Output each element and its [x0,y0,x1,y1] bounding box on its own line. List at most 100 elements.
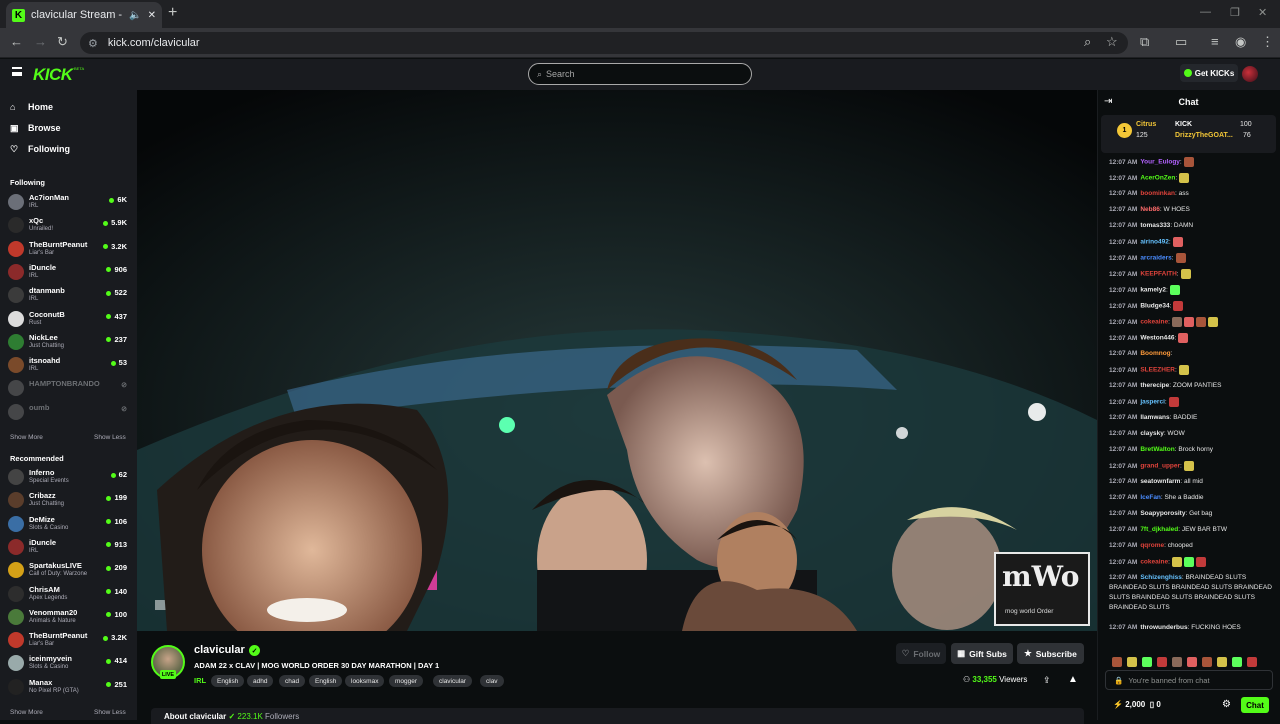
chat-message[interactable]: 12:07 AM qqrome: chooped [1109,541,1193,551]
user-avatar[interactable] [1242,66,1258,82]
chat-message[interactable]: 12:07 AM jasperci: [1109,397,1179,408]
chat-message[interactable]: 12:07 AM throwunderbus: FUCKING HOES [1109,623,1241,633]
video-player[interactable]: mWo mog world Order [137,90,1097,631]
emote-icon[interactable] [1232,656,1242,667]
sidebar-item-following[interactable]: ♡ Following [10,141,70,157]
emote-icon[interactable] [1157,656,1167,667]
chat-username[interactable]: Soapyporosity [1140,510,1185,517]
emote-icon[interactable] [1202,656,1212,667]
chat-username[interactable]: clayskу [1140,430,1164,437]
chat-username[interactable]: arcraiders [1140,255,1171,262]
chat-username[interactable]: airino492 [1140,239,1169,246]
stream-tag[interactable]: English [309,675,343,687]
gift-subs-button[interactable]: ▦ Gift Subs [951,643,1013,664]
chat-username[interactable]: cokeaine [1140,319,1168,326]
chat-message[interactable]: 12:07 AM therecipe: ZOOM PANTIES [1109,381,1221,391]
show-less-following[interactable]: Show Less [94,434,126,441]
channel-item[interactable]: SpartakusLIVE Call of Duty: Warzone 209 [8,559,130,581]
stream-tag[interactable]: mogger [389,675,424,687]
minimize-icon[interactable]: — [1200,6,1211,18]
chat-message[interactable]: 12:07 AM grand_upper: [1109,461,1194,472]
channel-item[interactable]: Cribazz Just Chatting 199 [8,489,130,511]
zoom-icon[interactable]: ⌕ [1084,34,1091,50]
chat-username[interactable]: kamely2 [1140,287,1166,294]
new-tab-button[interactable]: + [168,4,177,22]
site-info-icon[interactable]: ⚙ [88,37,98,50]
chat-username[interactable]: tomas333 [1140,222,1170,229]
forward-icon[interactable]: → [34,34,47,49]
chat-username[interactable]: 7ft_djkhaled [1140,526,1178,533]
stream-tag[interactable]: clavicular [433,675,473,687]
channel-item[interactable]: TheBurntPeanut Liar's Bar 3.2K [8,629,130,651]
chat-message[interactable]: 12:07 AM 7ft_djkhaled: JEW BAR BTW [1109,525,1227,535]
emote-icon[interactable] [1142,656,1152,667]
channel-item[interactable]: itsnoahd IRL 53 [8,354,130,376]
chat-message[interactable]: 12:07 AM Weston446: [1109,333,1189,344]
kick-user[interactable]: KICK [1175,121,1192,128]
stream-tag[interactable]: clav [480,675,504,687]
subscribe-button[interactable]: ★ Subscribe [1017,643,1084,664]
cast-icon[interactable]: ▭ [1175,34,1187,50]
chat-username[interactable]: SLEEZHER [1140,367,1175,374]
profile-icon[interactable]: ◉ [1235,34,1246,50]
chat-message[interactable]: 12:07 AM BretWalton: Brock horny [1109,445,1213,455]
chat-message[interactable]: 12:07 AM kamely2: [1109,285,1180,296]
channel-item[interactable]: DeMize Slots & Casino 106 [8,513,130,535]
chat-message[interactable]: 12:07 AM Schizenghiss: BRAINDEAD SLUTS BR… [1109,573,1275,613]
media-control-icon[interactable]: ≡ [1211,34,1219,49]
emote-icon[interactable] [1187,656,1197,667]
leader-user[interactable]: Citrus [1136,121,1156,128]
chat-message[interactable]: 12:07 AM Soapyporosity: Get bag [1109,509,1212,519]
kicks-balance[interactable]: ⚡ 2,000 ▯ 0 [1113,700,1161,709]
stream-tag[interactable]: chad [279,675,306,687]
menu-kebab-icon[interactable]: ⋮ [1261,34,1274,50]
hamburger-menu-icon[interactable] [12,67,22,76]
get-kicks-button[interactable]: Get KICKs [1180,64,1238,82]
back-icon[interactable]: ← [10,34,23,49]
emote-bar[interactable] [1110,653,1270,685]
chat-username[interactable]: Schizenghiss [1140,574,1182,581]
emote-icon[interactable] [1112,656,1122,667]
close-window-icon[interactable]: ✕ [1258,6,1267,19]
report-icon[interactable]: ▲ [1068,674,1078,685]
channel-item[interactable]: CoconutB Rust 437 [8,308,130,330]
chat-message[interactable]: 12:07 AM clayskу: WOW [1109,429,1185,439]
channel-item[interactable]: oumb ⊘ [8,401,130,423]
address-bar[interactable]: ⚙ kick.com/clavicular [80,32,1128,54]
chat-username[interactable]: qqrome [1140,542,1164,549]
chat-username[interactable]: therecipe [1140,382,1169,389]
channel-item[interactable]: dtanmanb IRL 522 [8,284,130,306]
channel-item[interactable]: iDuncle IRL 906 [8,261,130,283]
chat-username[interactable]: throwunderbus [1140,624,1187,631]
emote-icon[interactable] [1127,656,1137,667]
channel-item[interactable]: iceinmyvein Slots & Casino 414 [8,652,130,674]
bookmark-star-icon[interactable]: ☆ [1106,34,1118,50]
chat-username[interactable]: AcerOnZen [1140,175,1175,182]
category-link[interactable]: IRL [194,676,206,685]
channel-item[interactable]: iDuncle IRL 913 [8,536,130,558]
chat-message[interactable]: 12:07 AM tomas333: DAMN [1109,221,1193,231]
channel-item[interactable]: TheBurntPeanut Liar's Bar 3.2K [8,238,130,260]
chat-username[interactable]: BretWalton [1140,446,1174,453]
channel-item[interactable]: NickLee Just Chatting 237 [8,331,130,353]
chat-message[interactable]: 12:07 AM Boomnog: [1109,349,1172,359]
channel-item[interactable]: Venomman20 Animals & Nature 100 [8,606,130,628]
show-more-following[interactable]: Show More [10,434,43,441]
chat-username[interactable]: Weston446 [1140,335,1174,342]
channel-name[interactable]: clavicular [194,644,245,656]
chat-username[interactable]: seatownfarm [1140,478,1180,485]
chat-messages[interactable]: 12:07 AM Your_Eulogy: 12:07 AM AcerOnZen: 12… [1101,155,1277,645]
emote-icon[interactable] [1247,656,1257,667]
browser-tab[interactable]: K clavicular Stream - Watch L 🔈 ✕ [6,2,162,28]
kick-logo[interactable]: KICK [33,65,73,85]
chat-message[interactable]: 12:07 AM SLEEZHER: [1109,365,1189,376]
channel-item[interactable]: ChrisAM Apex Legends 140 [8,583,130,605]
stream-tag[interactable]: looksmax [345,675,385,687]
share-icon[interactable]: ⇪ [1043,675,1051,686]
leader-user-2[interactable]: DrizzyTheGOAT... [1175,132,1233,139]
chat-username[interactable]: Boomnog [1140,350,1170,357]
emote-icon[interactable] [1217,656,1227,667]
chat-message[interactable]: 12:07 AM seatownfarm: all mid [1109,477,1203,487]
extensions-icon[interactable]: ⧉ [1140,34,1149,50]
channel-item[interactable]: Inferno Special Events 62 [8,466,130,488]
